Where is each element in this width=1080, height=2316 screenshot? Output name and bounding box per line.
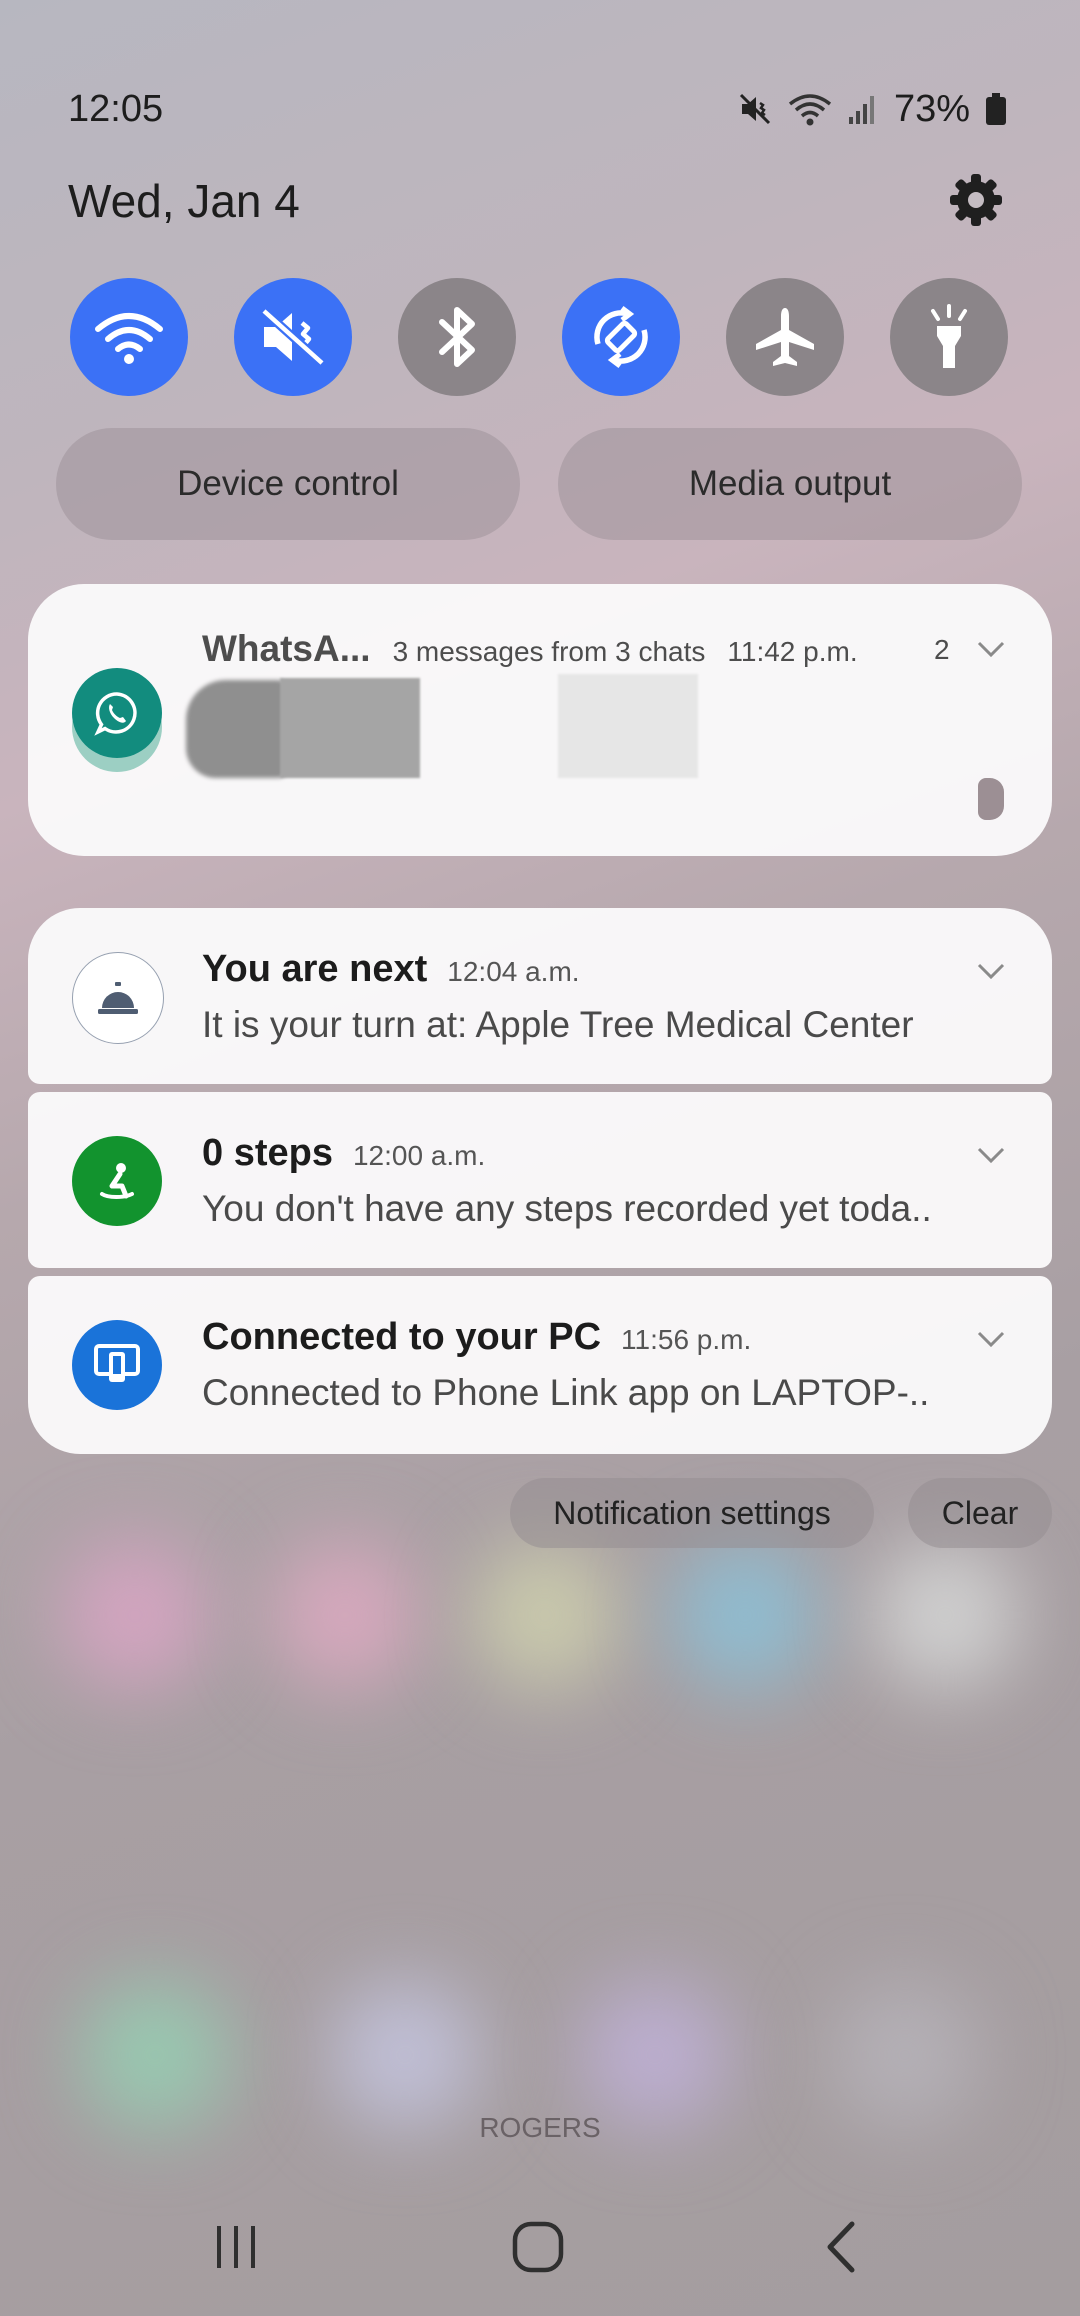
- redacted-content: [558, 674, 698, 778]
- mute-icon: [739, 93, 770, 125]
- notification-time: 11:56 p.m.: [621, 1324, 752, 1355]
- status-time: 12:05: [68, 88, 164, 130]
- bluetooth-icon: [439, 307, 475, 367]
- bluetooth-toggle[interactable]: [398, 278, 516, 396]
- notification-text: You don't have any steps recorded yet to…: [202, 1188, 932, 1229]
- background-blur: [580, 1980, 730, 2130]
- redacted-content: [280, 678, 420, 778]
- notification-time: 12:04 a.m.: [447, 956, 580, 987]
- back-icon: [827, 2221, 855, 2273]
- battery-icon: [986, 93, 1006, 125]
- chevron-down-icon[interactable]: [976, 1330, 1006, 1348]
- clear-button[interactable]: Clear: [908, 1478, 1052, 1548]
- redacted-content: [978, 778, 1004, 820]
- auto-rotate-toggle[interactable]: [562, 278, 680, 396]
- whatsapp-count: 2: [934, 634, 950, 665]
- wifi-icon: [95, 313, 163, 364]
- recents-button[interactable]: [196, 2212, 276, 2282]
- airplane-icon: [756, 308, 814, 366]
- notification-title-text: Connected to your PC: [202, 1316, 602, 1358]
- notification-card[interactable]: You are next 12:04 a.m. It is your turn a…: [28, 908, 1052, 1084]
- background-blur: [670, 1540, 820, 1690]
- notification-settings-button[interactable]: Notification settings: [510, 1478, 874, 1548]
- airplane-toggle[interactable]: [726, 278, 844, 396]
- wifi-icon: [788, 94, 832, 126]
- flashlight-icon: [931, 304, 967, 368]
- chevron-down-icon[interactable]: [976, 962, 1006, 980]
- background-blur: [270, 1540, 420, 1690]
- background-blur: [470, 1540, 620, 1690]
- back-button[interactable]: [802, 2212, 882, 2282]
- health-icon: [72, 1136, 162, 1226]
- whatsapp-notification[interactable]: WhatsA... 3 messages from 3 chats 11:42 …: [28, 584, 1052, 856]
- redacted-content: [186, 680, 288, 778]
- gear-icon[interactable]: [948, 172, 1004, 228]
- notification-title: Connected to your PC 11:56 p.m.: [202, 1316, 751, 1359]
- carrier-label: ROGERS: [479, 2112, 601, 2143]
- background-blur: [60, 1540, 210, 1690]
- flashlight-toggle[interactable]: [890, 278, 1008, 396]
- background-blur: [870, 1540, 1020, 1690]
- home-icon: [512, 2221, 564, 2273]
- date-label: Wed, Jan 4: [68, 175, 300, 227]
- notification-title: You are next 12:04 a.m.: [202, 948, 580, 991]
- media-output-button[interactable]: Media output: [558, 428, 1022, 540]
- rotate-icon: [594, 306, 648, 368]
- chevron-down-icon[interactable]: [976, 640, 1006, 658]
- background-blur: [80, 1980, 230, 2130]
- device-control-button[interactable]: Device control: [56, 428, 520, 540]
- notification-card[interactable]: 0 steps 12:00 a.m. You don't have any ste…: [28, 1092, 1052, 1268]
- battery-percent: 73%: [893, 87, 970, 130]
- background-blur: [330, 1980, 480, 2130]
- whatsapp-app-name: WhatsA...: [202, 628, 371, 669]
- notification-title: 0 steps 12:00 a.m.: [202, 1132, 485, 1175]
- whatsapp-time: 11:42 p.m.: [727, 636, 858, 667]
- status-icons: 73%: [738, 84, 1006, 134]
- whatsapp-header: WhatsA... 3 messages from 3 chats 11:42 …: [202, 628, 858, 670]
- notification-card[interactable]: Connected to your PC 11:56 p.m. Connected…: [28, 1276, 1052, 1454]
- background-blur: [830, 1980, 980, 2130]
- notification-text: Connected to Phone Link app on LAPTOP-..: [202, 1372, 930, 1413]
- notification-time: 12:00 a.m.: [352, 1140, 486, 1171]
- whatsapp-summary: 3 messages from 3 chats: [392, 636, 706, 667]
- mute-icon: [260, 307, 326, 367]
- service-bell-icon: [72, 952, 164, 1044]
- signal-icon: [848, 96, 874, 124]
- chevron-down-icon[interactable]: [976, 1146, 1006, 1164]
- notification-title-text: You are next: [202, 948, 428, 990]
- notification-title-text: 0 steps: [202, 1132, 333, 1174]
- sound-toggle[interactable]: [234, 278, 352, 396]
- notification-text: It is your turn at: Apple Tree Medical C…: [202, 1004, 914, 1045]
- whatsapp-icon: [72, 668, 162, 758]
- phone-link-icon: [72, 1320, 162, 1410]
- wifi-toggle[interactable]: [70, 278, 188, 396]
- recents-icon: [217, 2226, 255, 2268]
- home-button[interactable]: [498, 2212, 578, 2282]
